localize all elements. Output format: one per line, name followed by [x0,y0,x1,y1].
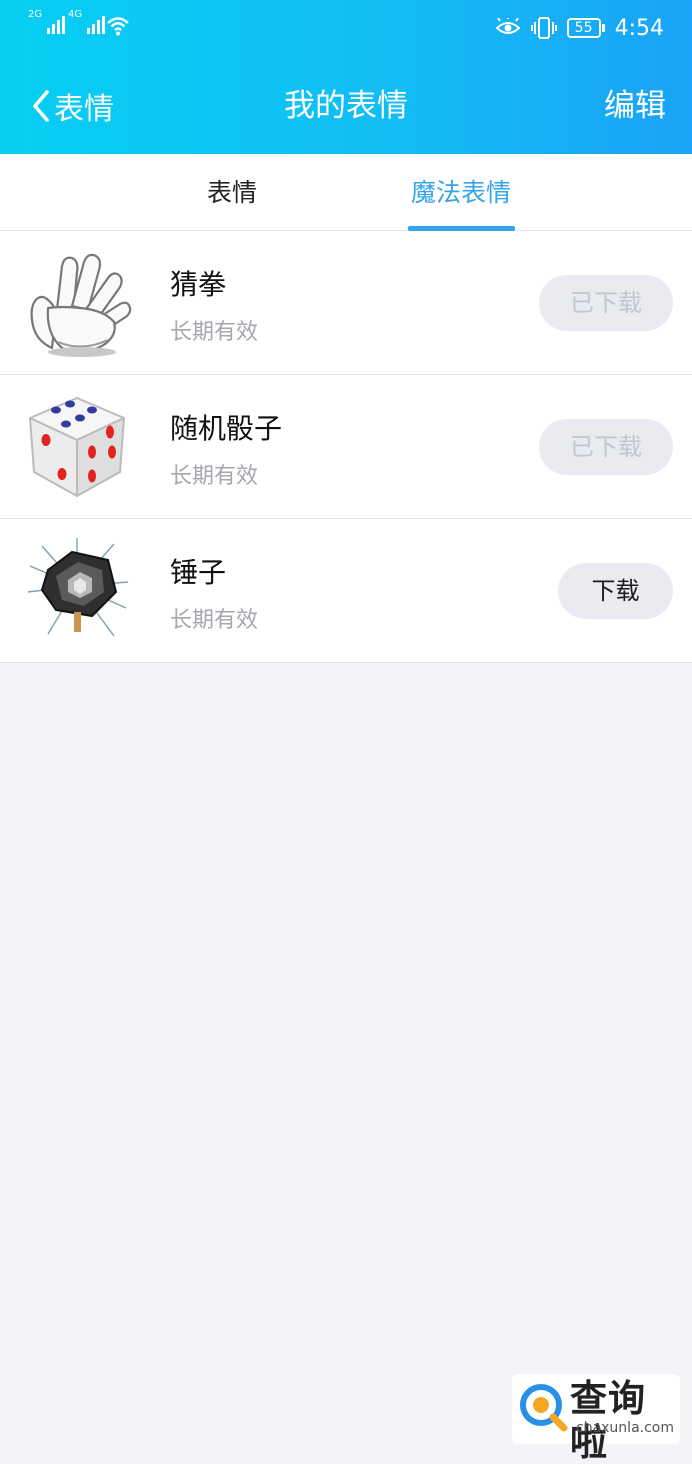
dice-icon [29,397,125,497]
vibrate-icon [530,17,557,39]
item-validity: 长期有效 [170,320,259,345]
status-right-group: 55 4:54 [495,12,664,44]
clock: 4:54 [614,15,664,41]
item-validity: 长期有效 [170,464,259,489]
item-name: 猜拳 [170,268,227,301]
battery-level: 55 [566,18,601,38]
downloaded-button[interactable]: 已下载 [539,419,673,475]
list-item[interactable]: 随机骰子 长期有效 已下载 [0,375,692,519]
wifi-icon [107,17,129,36]
tab-bar: 表情 魔法表情 [0,154,692,231]
magic-emoticon-list: 猜拳 长期有效 已下载 随机骰子 长期有效 已下载 锤子 长期有效 下载 [0,231,692,663]
status-bar: 2G 4G 55 4:54 [0,0,692,60]
edit-button[interactable]: 编辑 [604,82,666,130]
app-header: 2G 4G 55 4:54 表情 我的表情 编辑 [0,0,692,154]
watermark-url: chaxunla.com [576,1420,674,1436]
tab-magic-emoticons[interactable]: 魔法表情 [398,154,524,230]
page-title: 我的表情 [284,88,408,124]
sim2-signal-icon: 4G [68,10,106,34]
sim1-signal-icon: 2G [28,10,66,34]
item-validity: 长期有效 [170,608,259,633]
downloaded-button[interactable]: 已下载 [539,275,673,331]
item-name: 随机骰子 [170,412,283,445]
battery-icon: 55 [566,18,605,38]
download-button[interactable]: 下载 [558,563,673,619]
list-item[interactable]: 锤子 长期有效 下载 [0,519,692,663]
nav-bar: 表情 我的表情 编辑 [0,78,692,134]
sim2-network-tag: 4G [68,9,83,20]
logo-magnifier-icon [520,1384,568,1432]
list-item[interactable]: 猜拳 长期有效 已下载 [0,231,692,375]
sim1-network-tag: 2G [28,9,43,20]
hammer-icon [27,538,129,637]
glove-hand-icon [30,253,132,357]
item-name: 锤子 [170,556,227,589]
watermark-logo: 查询啦 chaxunla.com [512,1374,680,1464]
eye-comfort-icon [495,18,521,34]
tab-emoticons[interactable]: 表情 [180,154,284,230]
